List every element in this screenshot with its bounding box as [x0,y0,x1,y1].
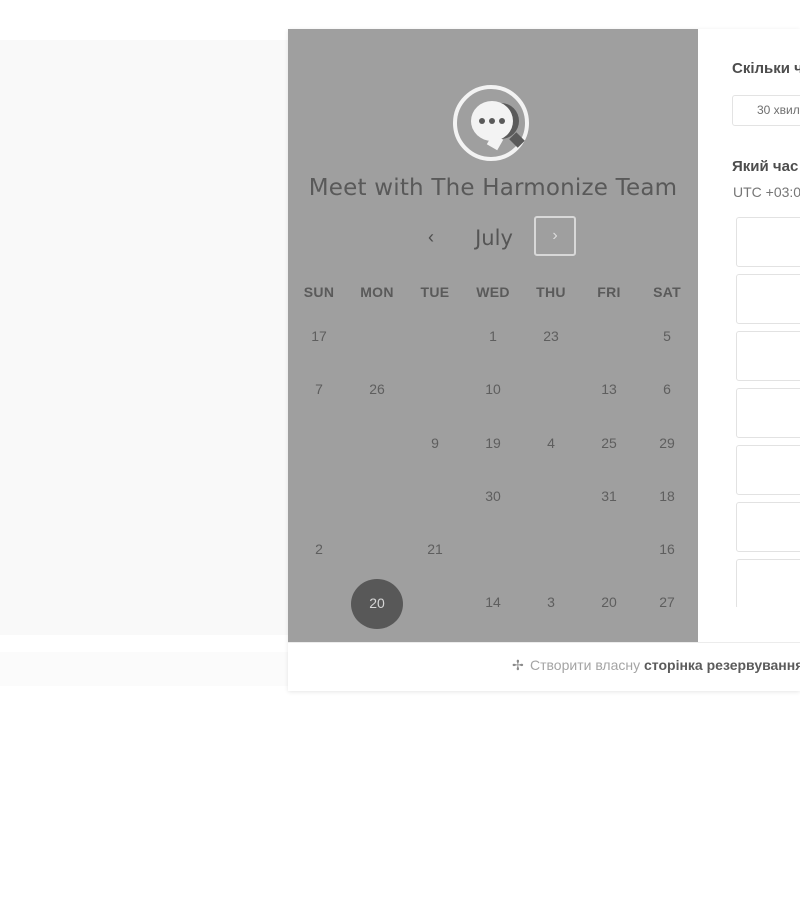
calendar-day [348,523,406,576]
weekday-header: FRI [597,284,621,300]
footer-prefix: Створити власну [530,657,641,673]
meeting-title: Meet with The Harmonize Team [308,175,678,201]
month-label: July [475,226,513,250]
calendar-day[interactable]: 14 [464,576,522,629]
calendar-day[interactable]: 10 [464,363,522,416]
previous-month-chevron-icon[interactable]: ‹ [418,220,444,254]
footer-link-text: сторінка резервування [644,657,800,673]
calendar-week-row: 7 26 10 13 6 [288,363,698,416]
calendar-day [406,363,464,416]
page: Meet with The Harmonize Team ‹ July › SU… [0,0,800,900]
background-panel [0,40,288,635]
weekday-header-row: SUN MON TUE WED THU FRI SAT [288,274,698,310]
logo-dot [489,118,495,124]
calendar-day [348,470,406,523]
calendar-day [406,576,464,629]
calendar-grid: SUN MON TUE WED THU FRI SAT 17 1 23 5 7 26 10 13 6 9 19 4… [288,274,698,630]
calendar-day[interactable]: 18 [638,470,696,523]
hubspot-sprocket-icon: ✢ [512,657,524,673]
calendar-week-row: 2 21 16 [288,523,698,576]
calendar-day[interactable]: 3 [522,576,580,629]
timezone-label: UTC +03:00 [733,184,800,200]
calendar-day [348,417,406,470]
calendar-day [348,310,406,363]
calendar-day [406,470,464,523]
logo-dots [471,101,513,141]
calendar-day[interactable]: 31 [580,470,638,523]
calendar-day-selected[interactable]: 20 [348,576,406,629]
calendar-day[interactable]: 5 [638,310,696,363]
calendar-day [580,310,638,363]
month-navigation: ‹ July › [288,216,698,258]
calendar-week-row: 20 14 3 20 27 [288,576,698,629]
calendar-day[interactable]: 7 [290,363,348,416]
calendar-day [464,523,522,576]
background-footer-strip [0,652,288,686]
calendar-day [290,470,348,523]
calendar-day [580,523,638,576]
time-slot[interactable] [736,274,800,324]
logo-dot [479,118,485,124]
time-selection-panel: Скільки часу вам потрібно? 30 хвилин Яки… [698,29,800,642]
weekday-header: TUE [420,284,450,300]
calendar-day[interactable]: 29 [638,417,696,470]
create-booking-page-link[interactable]: ✢ Створити власну сторінка резервування [512,657,800,674]
time-label: Який час вам підходить? [732,158,800,175]
calendar-day[interactable]: 25 [580,417,638,470]
weekday-header: THU [536,284,566,300]
calendar-day [290,576,348,629]
calendar-day[interactable]: 27 [638,576,696,629]
weekday-header: SUN [303,284,335,300]
calendar-day[interactable]: 13 [580,363,638,416]
calendar-week-row: 17 1 23 5 [288,310,698,363]
calendar-day[interactable]: 6 [638,363,696,416]
calendar-day [522,363,580,416]
time-slot[interactable] [736,388,800,438]
calendar-day[interactable]: 1 [464,310,522,363]
calendar-week-row: 9 19 4 25 29 [288,417,698,470]
weekday-header: SAT [653,284,681,300]
calendar-day [522,470,580,523]
next-month-button[interactable]: › [534,216,576,256]
calendar-day[interactable]: 20 [580,576,638,629]
duration-select[interactable]: 30 хвилин [732,95,800,126]
calendar-day[interactable]: 16 [638,523,696,576]
calendar-day[interactable]: 9 [406,417,464,470]
calendar-day[interactable]: 2 [290,523,348,576]
calendar-day [522,523,580,576]
calendar-panel: Meet with The Harmonize Team ‹ July › SU… [288,29,698,642]
calendar-day[interactable]: 17 [290,310,348,363]
time-slot[interactable] [736,445,800,495]
chat-bubble-logo-icon [453,85,529,161]
calendar-day[interactable]: 19 [464,417,522,470]
weekday-header: MON [360,284,394,300]
calendar-day [406,310,464,363]
booking-widget: Meet with The Harmonize Team ‹ July › SU… [288,29,800,691]
calendar-day[interactable]: 23 [522,310,580,363]
weekday-header: WED [476,284,510,300]
calendar-day [290,417,348,470]
time-slot[interactable] [736,502,800,552]
time-slot-list [736,217,800,607]
selected-day-number: 20 [351,578,403,629]
calendar-day[interactable]: 21 [406,523,464,576]
calendar-day[interactable]: 4 [522,417,580,470]
widget-footer: ✢ Створити власну сторінка резервування [288,642,800,691]
time-slot[interactable] [736,331,800,381]
calendar-day[interactable]: 26 [348,363,406,416]
time-slot[interactable] [736,217,800,267]
logo-dot [499,118,505,124]
time-slot[interactable] [736,559,800,607]
duration-label: Скільки часу вам потрібно? [732,60,800,77]
calendar-week-row: 30 31 18 [288,470,698,523]
calendar-day[interactable]: 30 [464,470,522,523]
